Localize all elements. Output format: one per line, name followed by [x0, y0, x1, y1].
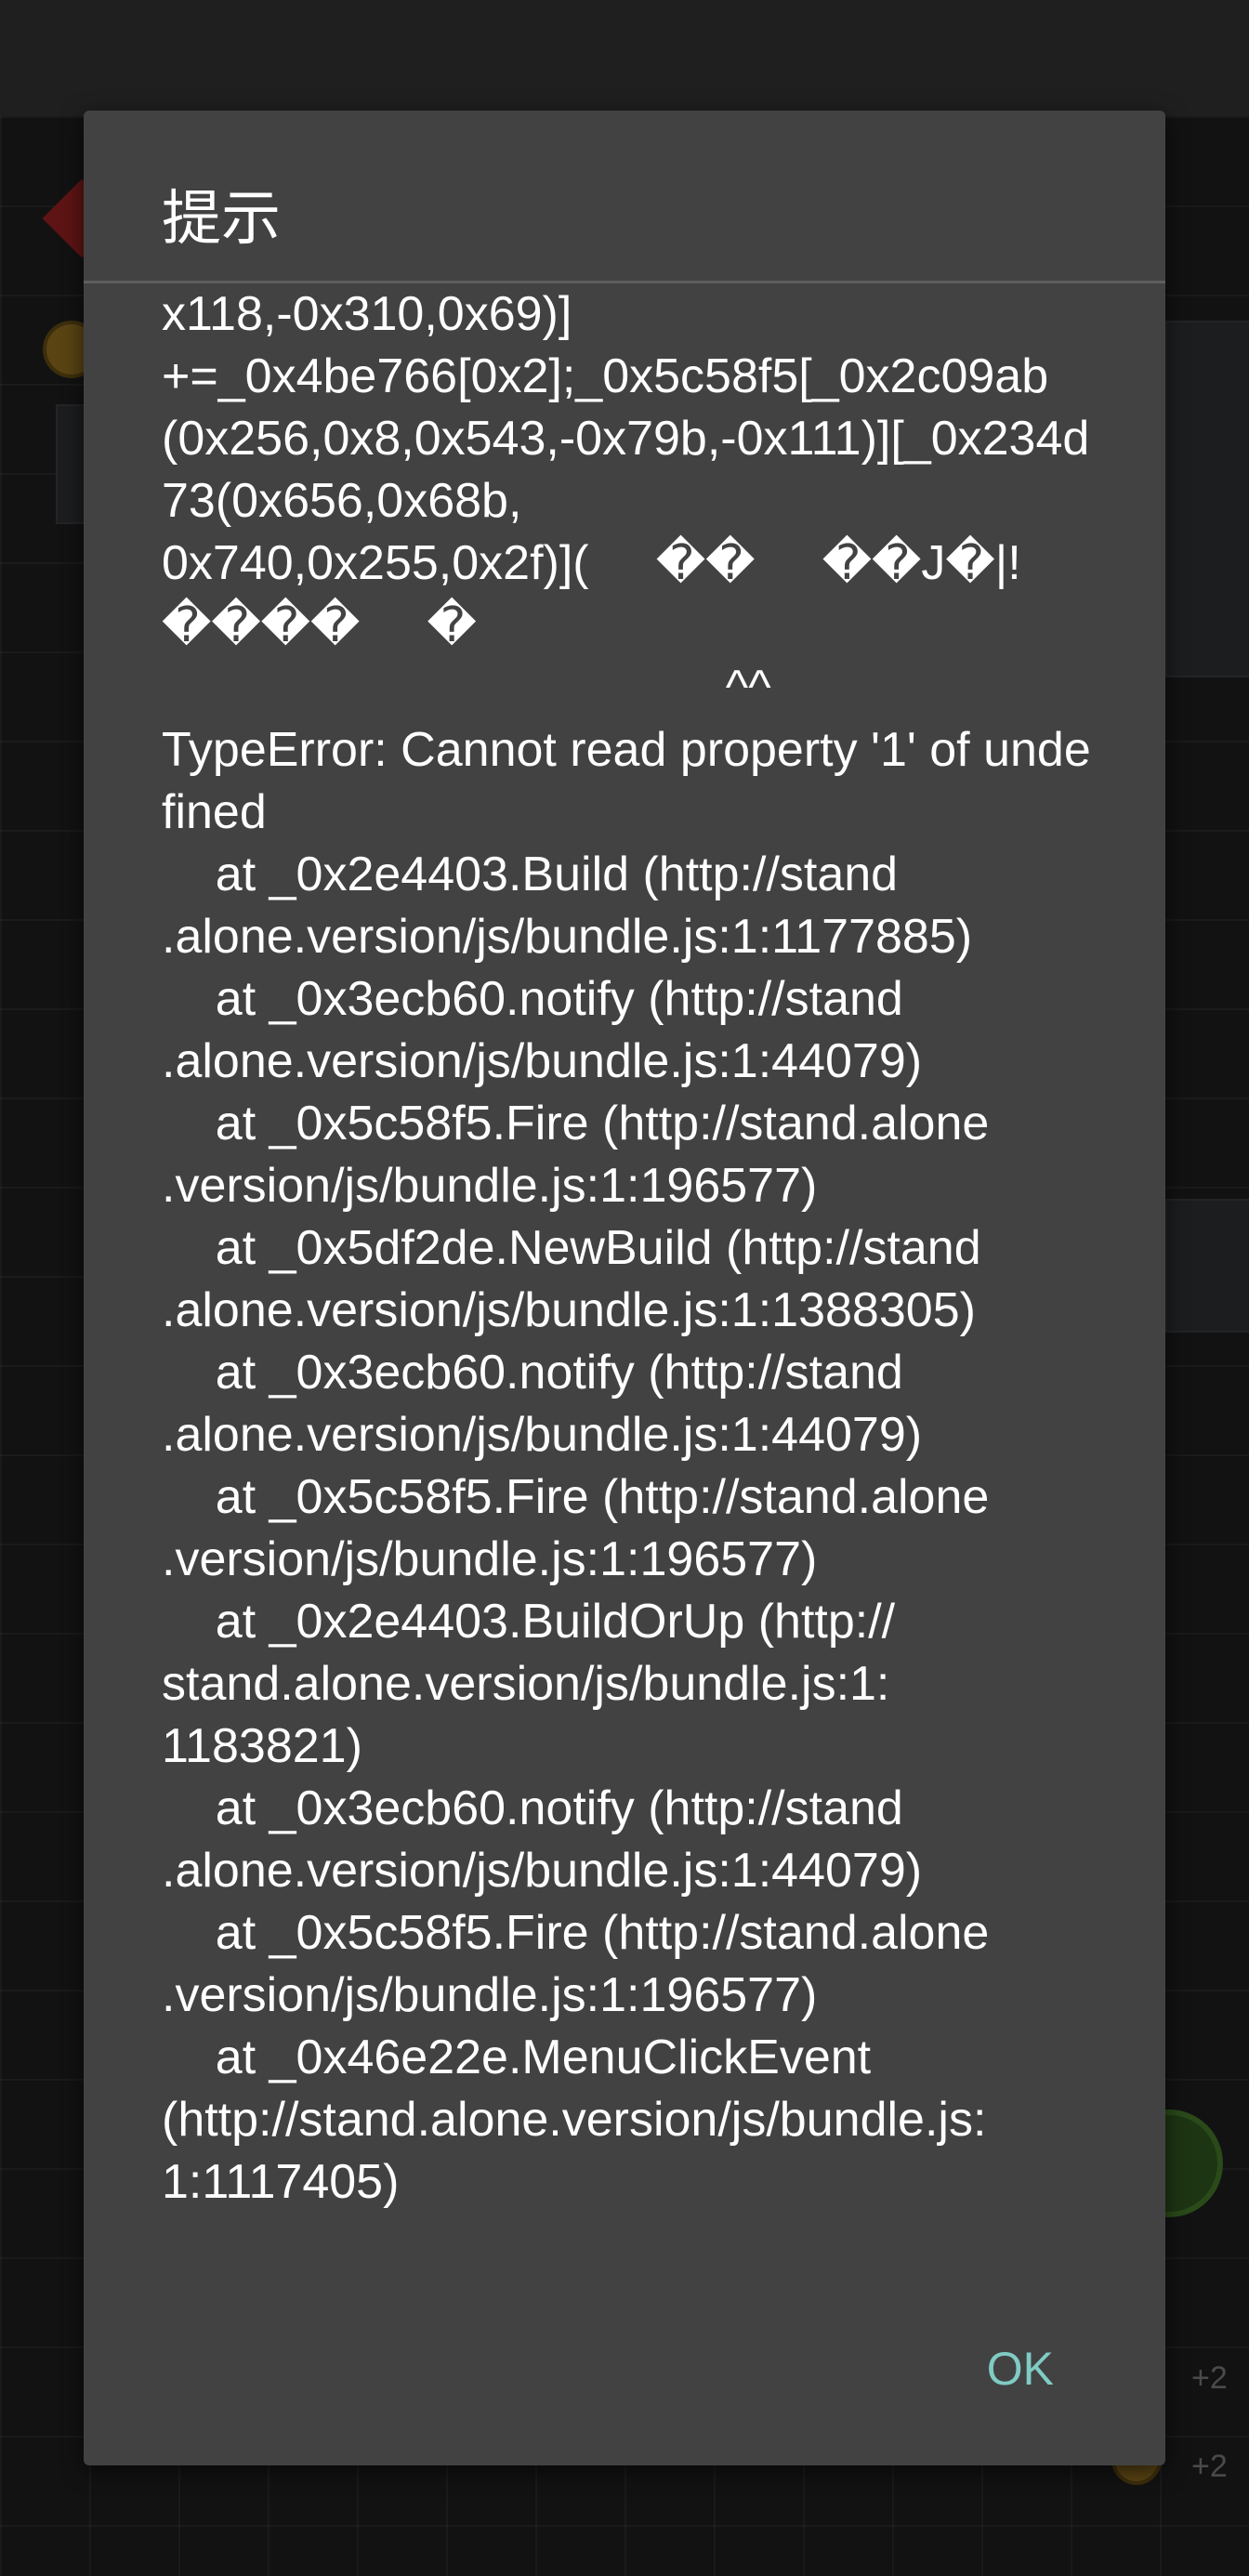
- dialog-message-scroll[interactable]: x118,-0x310,0x69)] +=_0x4be766[0x2];_0x5…: [162, 283, 1091, 2402]
- bonus-label: +2: [1191, 2449, 1228, 2484]
- alert-dialog: 提示 x118,-0x310,0x69)] +=_0x4be766[0x2];_…: [84, 111, 1165, 2465]
- screen: +2 +2 提示 x118,-0x310,0x69)] +=_0x4be766[…: [0, 0, 1249, 2576]
- dialog-title: 提示: [162, 185, 281, 254]
- status-bar: [0, 0, 1249, 116]
- error-message: x118,-0x310,0x69)] +=_0x4be766[0x2];_0x5…: [162, 287, 1091, 2209]
- bonus-label: +2: [1191, 2360, 1228, 2396]
- ok-button[interactable]: OK: [978, 2336, 1063, 2401]
- background-panel: [1165, 1199, 1249, 1333]
- background-panel: [1165, 321, 1249, 677]
